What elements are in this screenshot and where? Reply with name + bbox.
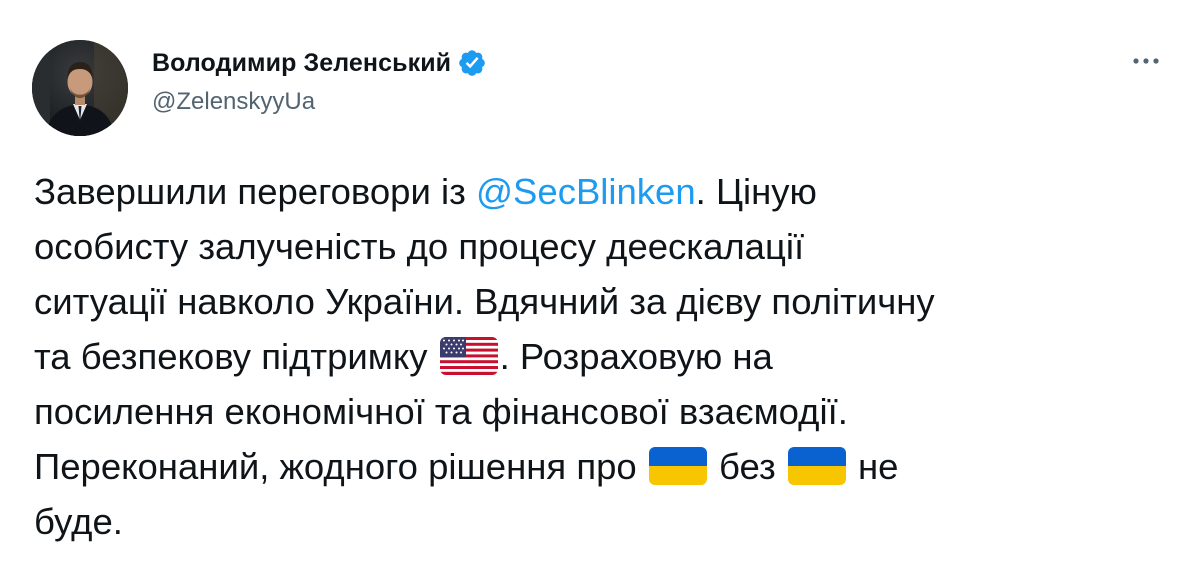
- tweet-text: Завершили переговори із @SecBlinken. Цін…: [34, 164, 1174, 549]
- tweet-text-segment: особисту залученість до процесу деескала…: [34, 226, 805, 267]
- more-horizontal-icon: [1133, 58, 1159, 64]
- tweet-text-segment: . Розраховую на: [499, 336, 773, 377]
- more-options-button[interactable]: [1126, 46, 1166, 76]
- author-display-name[interactable]: Володимир Зеленський: [152, 49, 451, 78]
- flag-ua-icon: [648, 447, 707, 485]
- tweet-text-segment: не: [847, 446, 899, 487]
- avatar[interactable]: [32, 40, 128, 136]
- tweet-text-segment: буде.: [34, 501, 123, 542]
- author-name-row[interactable]: Володимир Зеленський: [152, 48, 487, 78]
- tweet-text-segment: та безпекову підтримку: [34, 336, 438, 377]
- tweet-text-segment: без: [708, 446, 786, 487]
- tweet-line: Завершили переговори із @SecBlinken. Цін…: [34, 164, 1174, 219]
- author-handle[interactable]: @ZelenskyyUa: [152, 88, 315, 116]
- tweet-text-segment: Переконаний, жодного рішення про: [34, 446, 647, 487]
- verified-badge-icon: [457, 48, 487, 78]
- flag-us-icon: [439, 337, 498, 375]
- tweet-text-segment: ситуації навколо України. Вдячний за діє…: [34, 281, 935, 322]
- tweet-line: ситуації навколо України. Вдячний за діє…: [34, 274, 1174, 329]
- tweet-line: Переконаний, жодного рішення про без не: [34, 439, 1174, 494]
- tweet-text-segment: Завершили переговори із: [34, 171, 476, 212]
- tweet-line: особисту залученість до процесу деескала…: [34, 219, 1174, 274]
- mention-link[interactable]: @SecBlinken: [476, 171, 696, 212]
- tweet-line: буде.: [34, 494, 1174, 549]
- tweet-text-segment: . Ціную: [695, 171, 817, 212]
- flag-ua-icon: [787, 447, 846, 485]
- tweet-line: посилення економічної та фінансової взає…: [34, 384, 1174, 439]
- tweet-line: та безпекову підтримку . Розраховую на: [34, 329, 1174, 384]
- tweet-text-segment: посилення економічної та фінансової взає…: [34, 391, 848, 432]
- tweet-card: Володимир Зеленський @ZelenskyyUa Заверш…: [0, 0, 1196, 576]
